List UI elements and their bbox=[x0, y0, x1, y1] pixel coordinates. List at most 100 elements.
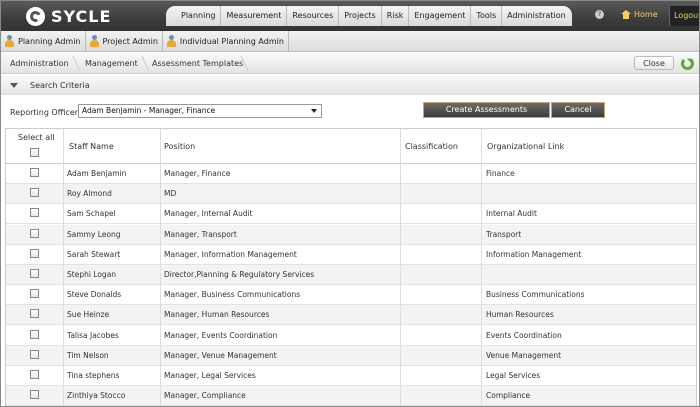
position-cell: Manager, Human Resources bbox=[164, 310, 270, 320]
row-checkbox[interactable] bbox=[30, 370, 39, 379]
organizational-link-cell: Internal Audit bbox=[486, 209, 537, 219]
nav-projects[interactable]: Projects bbox=[339, 6, 382, 26]
staff-table: Select all Staff Name Position Classific… bbox=[5, 128, 697, 406]
reporting-officer-label: Reporting Officer bbox=[10, 108, 79, 117]
user-icon bbox=[166, 35, 177, 48]
organizational-link-cell: Events Coordination bbox=[486, 330, 562, 340]
role-label: Project Admin bbox=[102, 37, 158, 46]
staff-name-cell: Roy Almond bbox=[67, 189, 112, 199]
breadcrumb: Administration Management Assessment Tem… bbox=[1, 53, 699, 74]
nav-measurement[interactable]: Measurement bbox=[221, 6, 288, 26]
position-cell: Manager, Internal Audit bbox=[164, 209, 253, 219]
home-icon bbox=[621, 10, 631, 19]
row-checkbox[interactable] bbox=[30, 329, 39, 339]
table-row[interactable]: Talisa Jacobes Manager, Events Coordinati… bbox=[6, 326, 696, 346]
refresh-icon[interactable] bbox=[681, 57, 694, 70]
help-icon[interactable]: ? bbox=[595, 10, 604, 19]
app-window: SYCLE Planning Measurement Resources Pro… bbox=[0, 0, 700, 407]
logo[interactable]: SYCLE bbox=[26, 6, 111, 26]
role-bar: Planning Admin Project Admin Individual … bbox=[1, 31, 699, 52]
nav-planning[interactable]: Planning bbox=[176, 6, 222, 26]
top-bar: SYCLE Planning Measurement Resources Pro… bbox=[1, 1, 699, 31]
staff-name-cell: Stephi Logan bbox=[67, 270, 117, 279]
row-checkbox[interactable] bbox=[30, 269, 39, 278]
organizational-link-cell: Human Resources bbox=[486, 310, 554, 320]
table-row[interactable]: Adam Benjamin Manager, Finance Finance bbox=[6, 164, 696, 184]
dropdown-arrow-icon bbox=[311, 109, 317, 113]
table-row[interactable]: Sarah Stewart Manager, Information Manage… bbox=[6, 245, 696, 265]
header-organizational-link[interactable]: Organizational Link bbox=[487, 142, 564, 151]
search-criteria-header[interactable]: Search Criteria bbox=[1, 76, 699, 95]
row-checkbox[interactable] bbox=[30, 228, 39, 238]
table-row[interactable]: Zinthiya Stocco Manager, Compliance Compli… bbox=[6, 386, 696, 406]
table-row[interactable]: Sue Heinze Manager, Human Resources Human … bbox=[6, 305, 696, 326]
organizational-link-cell: Finance bbox=[486, 169, 515, 178]
row-checkbox[interactable] bbox=[30, 309, 39, 319]
main-nav: Planning Measurement Resources Projects … bbox=[166, 6, 572, 26]
row-checkbox[interactable] bbox=[30, 289, 39, 299]
column-divider bbox=[63, 129, 64, 406]
row-checkbox[interactable] bbox=[30, 188, 39, 198]
position-cell: Manager, Business Communications bbox=[164, 290, 301, 300]
cancel-button[interactable]: Cancel bbox=[551, 102, 605, 118]
staff-name-cell: Tim Nelson bbox=[67, 350, 109, 360]
row-checkbox[interactable] bbox=[30, 248, 39, 258]
breadcrumb-administration[interactable]: Administration bbox=[10, 53, 69, 74]
organizational-link-cell: Venue Management bbox=[486, 350, 562, 360]
header-staff-name[interactable]: Staff Name bbox=[69, 142, 114, 151]
staff-name-cell: Talisa Jacobes bbox=[67, 330, 119, 340]
header-position[interactable]: Position bbox=[164, 142, 195, 151]
reporting-officer-value: Adam Benjamin - Manager, Finance bbox=[82, 106, 216, 115]
home-link[interactable]: Home bbox=[621, 10, 658, 19]
nav-risk[interactable]: Risk bbox=[382, 6, 410, 26]
nav-engagement[interactable]: Engagement bbox=[409, 6, 472, 26]
staff-name-cell: Adam Benjamin bbox=[67, 169, 127, 178]
position-cell: Manager, Legal Services bbox=[164, 371, 256, 380]
nav-administration[interactable]: Administration bbox=[502, 6, 571, 26]
logout-link[interactable]: Logout bbox=[669, 6, 699, 26]
table-row[interactable]: Sammy Leong Manager, Transport Transport bbox=[6, 224, 696, 245]
table-row[interactable]: Tina stephens Manager, Legal Services Lega… bbox=[6, 366, 696, 386]
position-cell: Manager, Compliance bbox=[164, 391, 246, 401]
user-icon bbox=[89, 35, 100, 48]
staff-name-cell: Steve Donalds bbox=[67, 290, 122, 300]
row-checkbox[interactable] bbox=[30, 208, 39, 218]
staff-name-cell: Sarah Stewart bbox=[67, 249, 121, 259]
home-label: Home bbox=[634, 10, 658, 19]
reporting-officer-select[interactable]: Adam Benjamin - Manager, Finance bbox=[78, 104, 322, 118]
staff-name-cell: Sam Schapel bbox=[67, 209, 116, 219]
organizational-link-cell: Business Communications bbox=[486, 290, 585, 300]
row-checkbox[interactable] bbox=[30, 349, 39, 359]
table-row[interactable]: Sam Schapel Manager, Internal Audit Intern… bbox=[6, 204, 696, 225]
breadcrumb-assessment-templates: Assessment Templates bbox=[152, 59, 244, 68]
table-row[interactable]: Tim Nelson Manager, Venue Management Venue… bbox=[6, 345, 696, 366]
role-individual-planning-admin[interactable]: Individual Planning Admin bbox=[163, 31, 289, 52]
nav-resources[interactable]: Resources bbox=[287, 6, 340, 26]
table-header: Select all Staff Name Position Classific… bbox=[6, 129, 696, 164]
table-row[interactable]: Steve Donalds Manager, Business Communica… bbox=[6, 285, 696, 306]
staff-name-cell: Sue Heinze bbox=[67, 310, 110, 320]
staff-name-cell: Tina stephens bbox=[67, 371, 120, 380]
column-divider bbox=[160, 129, 161, 406]
staff-name-cell: Zinthiya Stocco bbox=[67, 391, 126, 401]
position-cell: Director,Planning & Regulatory Services bbox=[164, 270, 315, 279]
select-all-checkbox[interactable] bbox=[30, 148, 39, 157]
close-button[interactable]: Close bbox=[634, 56, 674, 70]
select-all-label: Select all bbox=[18, 133, 55, 142]
position-cell: Manager, Finance bbox=[164, 169, 231, 178]
collapse-arrow-icon[interactable] bbox=[10, 83, 18, 88]
role-planning-admin[interactable]: Planning Admin bbox=[1, 31, 86, 52]
organizational-link-cell: Transport bbox=[486, 229, 522, 239]
nav-tools[interactable]: Tools bbox=[471, 6, 503, 26]
table-row[interactable]: Roy Almond MD bbox=[6, 184, 696, 205]
header-classification[interactable]: Classification bbox=[405, 142, 458, 151]
row-checkbox[interactable] bbox=[30, 168, 39, 177]
role-project-admin[interactable]: Project Admin bbox=[86, 31, 163, 52]
sycle-logo-icon bbox=[26, 6, 45, 26]
logo-text: SYCLE bbox=[51, 6, 112, 26]
row-checkbox[interactable] bbox=[30, 390, 39, 400]
table-row[interactable]: Stephi Logan Director,Planning & Regulato… bbox=[6, 265, 696, 285]
breadcrumb-management[interactable]: Management bbox=[85, 53, 138, 74]
create-assessments-button[interactable]: Create Assessments bbox=[423, 102, 550, 118]
role-label: Individual Planning Admin bbox=[179, 37, 284, 46]
